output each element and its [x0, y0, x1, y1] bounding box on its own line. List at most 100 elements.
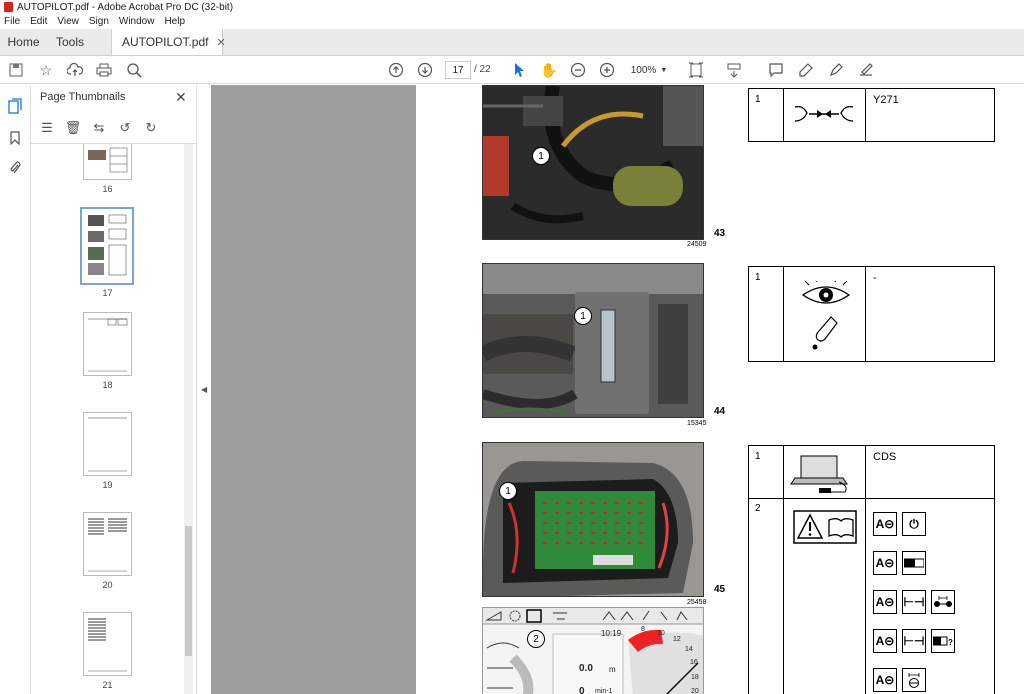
table-cell-text: - — [873, 272, 877, 284]
thumbnail-page-20[interactable] — [83, 512, 132, 576]
terminal-screen-figure: 2 10:19 0.0 m 0 min-1 8 10 12 14 16 18 2… — [482, 607, 704, 694]
gauge-tick: 18 — [691, 674, 699, 681]
thumbnail-page-19[interactable] — [83, 412, 132, 476]
thumbnails-scrollbar[interactable] — [184, 144, 193, 694]
thumbnail-page-16[interactable] — [83, 144, 132, 180]
callout-marker: 2 — [527, 630, 545, 648]
tab-bar: Home Tools AUTOPILOT.pdf ✕ — [0, 29, 1024, 56]
callout-marker: 1 — [499, 482, 517, 500]
menu-edit[interactable]: Edit — [30, 16, 47, 27]
attachment-icon[interactable] — [6, 159, 24, 177]
fill-unknown-icon: ? — [931, 629, 955, 653]
bookmark-icon[interactable] — [6, 129, 24, 147]
menu-window[interactable]: Window — [119, 16, 155, 27]
thumbnail-page-17[interactable] — [80, 207, 134, 285]
select-cursor-icon[interactable] — [510, 60, 530, 80]
draw-icon[interactable] — [826, 60, 846, 80]
auto-mode-icon: A⊝ — [873, 629, 897, 653]
tab-document[interactable]: AUTOPILOT.pdf ✕ — [111, 29, 226, 55]
rotate-right-icon[interactable]: ↻ — [141, 120, 161, 136]
figure-number: 44 — [714, 406, 726, 417]
power-icon: ⏻ — [902, 512, 926, 536]
page-number-input[interactable]: 17 — [445, 61, 471, 79]
extract-page-icon[interactable]: ⇆ — [89, 120, 109, 136]
toolbar: ☆ 17 / 22 ✋ 100% ▼ — [0, 56, 1024, 84]
print-icon[interactable] — [94, 60, 114, 80]
cloud-upload-icon[interactable] — [65, 60, 85, 80]
thumbnail-label: 20 — [102, 580, 113, 590]
zoom-in-icon[interactable] — [597, 60, 617, 80]
page-fit-icon[interactable] — [686, 60, 706, 80]
screen-rpm-unit: min-1 — [595, 688, 613, 694]
callout-marker: 1 — [574, 307, 592, 325]
bookmark-star-icon[interactable]: ☆ — [36, 60, 56, 80]
zoom-level-dropdown[interactable]: 100% ▼ — [626, 61, 672, 79]
thumbnails-panel: Page Thumbnails ✕ ☰ 🗑 ⇆ ↺ ↻ 16 17 18 19 … — [31, 85, 197, 694]
warning-manual-icon — [793, 510, 857, 544]
menu-view[interactable]: View — [57, 16, 79, 27]
row-number: 1 — [755, 451, 761, 462]
tab-tools[interactable]: Tools — [47, 29, 93, 55]
panel-toolbar: ☰ 🗑 ⇆ ↺ ↻ — [37, 118, 161, 138]
acrobat-icon — [4, 2, 13, 12]
gauge-tick: 16 — [690, 659, 698, 666]
parts-table-2: 1 - — [748, 266, 995, 362]
row-number: 1 — [755, 272, 761, 283]
thumbnail-label: 17 — [102, 288, 113, 298]
rotate-left-icon[interactable]: ↺ — [115, 120, 135, 136]
next-page-icon[interactable] — [415, 60, 435, 80]
collapse-panel-icon[interactable]: ◀ — [201, 385, 207, 394]
gauge-tick: 8 — [641, 626, 645, 633]
page-thumbnails-icon[interactable] — [6, 97, 24, 115]
fill-level-icon — [902, 551, 926, 575]
tab-home[interactable]: Home — [0, 29, 47, 55]
panel-splitter[interactable]: ◀ — [197, 85, 211, 694]
previous-page-icon[interactable] — [386, 60, 406, 80]
close-panel-icon[interactable]: ✕ — [175, 89, 187, 106]
zoom-level-value: 100% — [630, 64, 657, 76]
connector-plug-icon — [794, 105, 854, 122]
save-icon[interactable] — [6, 60, 26, 80]
navigation-rail — [0, 85, 31, 694]
fill-sign-icon[interactable] — [856, 60, 876, 80]
thumbnail-label: 19 — [102, 480, 113, 490]
table-cell-text: Y271 — [873, 94, 899, 106]
figure-45-photo: 1 — [482, 442, 704, 597]
gauge-tick: 20 — [691, 688, 699, 694]
gauge-tick: 12 — [673, 636, 681, 643]
thumbnail-page-21[interactable] — [83, 612, 132, 676]
zoom-search-icon[interactable] — [124, 60, 144, 80]
highlight-pen-icon[interactable] — [796, 60, 816, 80]
thumbnail-label: 18 — [102, 380, 113, 390]
table-cell-text: CDS — [873, 451, 897, 463]
scrollbar-thumb[interactable] — [185, 526, 192, 656]
hand-tool-icon[interactable]: ✋ — [539, 60, 559, 80]
comment-icon[interactable] — [766, 60, 786, 80]
screen-time: 10:19 — [601, 629, 622, 638]
figure-number: 45 — [714, 584, 726, 595]
options-menu-icon[interactable]: ☰ — [37, 120, 57, 136]
gauge-tick: 10 — [657, 630, 665, 637]
thumbnail-page-18[interactable] — [83, 312, 132, 376]
auto-mode-icon: A⊝ — [873, 512, 897, 536]
auto-mode-icon: A⊝ — [873, 551, 897, 575]
delete-page-icon[interactable]: 🗑 — [63, 120, 83, 136]
thumbnail-label: 16 — [102, 184, 113, 194]
gauge-tick: 14 — [685, 646, 693, 653]
svg-text:?: ? — [948, 638, 953, 646]
menu-sign[interactable]: Sign — [89, 16, 109, 27]
menu-file[interactable]: File — [4, 16, 20, 27]
figure-44-photo: 1 — [482, 263, 704, 418]
screen-distance-unit: m — [609, 665, 616, 674]
menu-help[interactable]: Help — [164, 16, 185, 27]
zoom-out-icon[interactable] — [568, 60, 588, 80]
chevron-down-icon: ▼ — [660, 66, 668, 74]
close-tab-icon[interactable]: ✕ — [216, 36, 225, 49]
window-title: AUTOPILOT.pdf - Adobe Acrobat Pro DC (32… — [17, 1, 234, 13]
document-view[interactable]: 1 24509 43 1 Y271 1 15345 44 1 - 1 25458… — [211, 85, 1024, 694]
tab-document-label: AUTOPILOT.pdf — [122, 35, 209, 49]
pdf-page: 1 24509 43 1 Y271 1 15345 44 1 - 1 25458… — [416, 85, 1024, 694]
parts-table-1: 1 Y271 — [748, 88, 995, 142]
thumbnail-label: 21 — [102, 680, 113, 690]
scroll-mode-icon[interactable] — [724, 60, 744, 80]
